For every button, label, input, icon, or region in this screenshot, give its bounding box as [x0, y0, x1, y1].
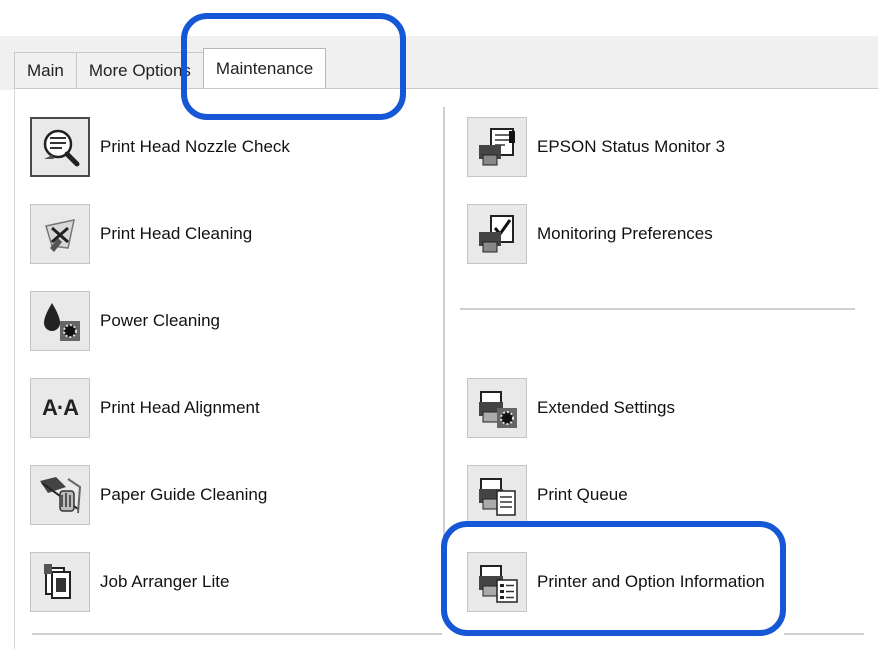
status-monitor-icon[interactable] — [467, 117, 527, 177]
status-monitor-label: EPSON Status Monitor 3 — [537, 137, 726, 156]
job-arranger-icon[interactable] — [30, 552, 90, 612]
printer-info-label: Printer and Option Information — [537, 572, 765, 591]
printer-info-item[interactable]: Printer and Option Information — [467, 552, 765, 612]
tab-main[interactable]: Main — [14, 52, 77, 88]
paper-guide-cleaning-item[interactable]: Paper Guide Cleaning — [30, 465, 267, 525]
head-cleaning-icon[interactable] — [30, 204, 90, 264]
extended-settings-item[interactable]: Extended Settings — [467, 378, 675, 438]
tab-strip: Main More Options Maintenance — [14, 48, 327, 88]
extended-settings-icon[interactable] — [467, 378, 527, 438]
job-arranger-item[interactable]: Job Arranger Lite — [30, 552, 229, 612]
print-queue-icon[interactable] — [467, 465, 527, 525]
print-queue-label: Print Queue — [537, 485, 628, 504]
power-cleaning-icon[interactable] — [30, 291, 90, 351]
head-alignment-item[interactable]: A·A Print Head Alignment — [30, 378, 260, 438]
monitoring-preferences-icon[interactable] — [467, 204, 527, 264]
tab-more-options[interactable]: More Options — [75, 52, 204, 88]
print-queue-item[interactable]: Print Queue — [467, 465, 628, 525]
power-cleaning-item[interactable]: Power Cleaning — [30, 291, 220, 351]
head-alignment-label: Print Head Alignment — [100, 398, 260, 417]
paper-guide-cleaning-icon[interactable] — [30, 465, 90, 525]
nozzle-check-item[interactable]: Print Head Nozzle Check — [30, 117, 290, 177]
tab-maintenance[interactable]: Maintenance — [202, 48, 327, 88]
nozzle-check-icon[interactable] — [30, 117, 90, 177]
head-cleaning-item[interactable]: Print Head Cleaning — [30, 204, 252, 264]
printer-info-icon[interactable] — [467, 552, 527, 612]
bottom-divider-right — [784, 633, 864, 635]
head-alignment-glyph: A·A — [41, 395, 79, 420]
head-alignment-icon[interactable]: A·A — [30, 378, 90, 438]
extended-settings-label: Extended Settings — [537, 398, 675, 417]
bottom-divider — [32, 633, 442, 635]
paper-guide-cleaning-label: Paper Guide Cleaning — [100, 485, 268, 504]
head-cleaning-label: Print Head Cleaning — [100, 224, 253, 243]
monitoring-preferences-label: Monitoring Preferences — [537, 224, 713, 243]
column-divider — [443, 107, 445, 597]
nozzle-check-label: Print Head Nozzle Check — [100, 137, 290, 156]
status-monitor-item[interactable]: EPSON Status Monitor 3 — [467, 117, 725, 177]
monitoring-preferences-item[interactable]: Monitoring Preferences — [467, 204, 713, 264]
section-divider — [460, 308, 855, 310]
power-cleaning-label: Power Cleaning — [100, 311, 221, 330]
job-arranger-label: Job Arranger Lite — [100, 572, 230, 591]
